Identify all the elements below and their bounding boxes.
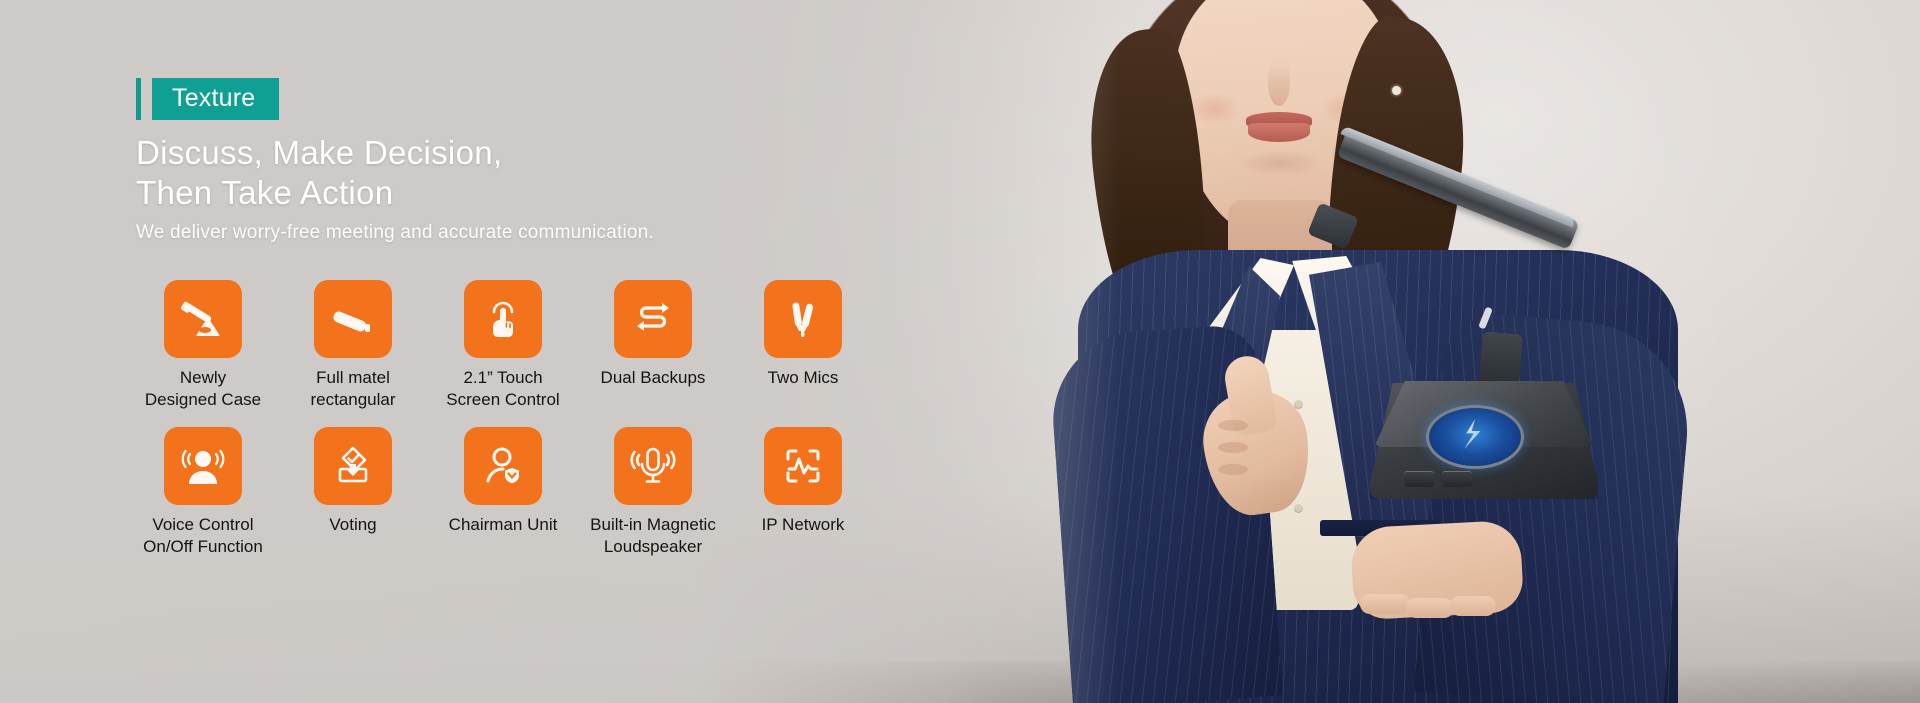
knuckle — [1218, 420, 1248, 431]
feature-label: IP Network — [761, 515, 845, 534]
badge-accent-bar — [136, 78, 141, 120]
feature-label: Newly Designed Case — [144, 368, 262, 409]
feature-label: 2.1” Touch Screen Control — [446, 368, 560, 409]
feature-label: Full matel rectangular — [310, 368, 396, 409]
lower-lip — [1248, 123, 1310, 142]
microphone-indicator-led — [1478, 306, 1493, 330]
feature-label: Voice Control On/Off Function — [143, 515, 263, 556]
page-title: Discuss, Make Decision, Then Take Action — [136, 133, 502, 213]
feature-item[interactable]: Full matel rectangular — [278, 280, 428, 411]
feature-grid: Newly Designed Case Full matel rectangul… — [128, 280, 928, 558]
feature-row-1: Newly Designed Case Full matel rectangul… — [128, 280, 928, 411]
feature-row-2: Voice Control On/Off Function Voting Cha… — [128, 427, 928, 558]
finger — [1450, 596, 1496, 616]
feature-item[interactable]: Dual Backups — [578, 280, 728, 389]
microphone-waves-icon — [614, 427, 692, 505]
content-panel: Texture Discuss, Make Decision, Then Tak… — [0, 0, 1060, 703]
nose — [1268, 60, 1290, 106]
feature-item[interactable]: 2.1” Touch Screen Control — [428, 280, 578, 411]
headline-line-2: Then Take Action — [136, 174, 394, 211]
knuckle — [1218, 464, 1248, 475]
knuckle — [1218, 442, 1248, 453]
ballot-box-icon — [314, 427, 392, 505]
shirt-button — [1294, 504, 1303, 513]
finger — [1360, 594, 1410, 614]
feature-item[interactable]: Voice Control On/Off Function — [128, 427, 278, 558]
headline-line-1: Discuss, Make Decision, — [136, 134, 503, 171]
texture-badge: Texture — [136, 78, 280, 120]
network-waveform-icon — [764, 427, 842, 505]
feature-item[interactable]: Newly Designed Case — [128, 280, 278, 411]
feature-item[interactable]: Voting — [278, 427, 428, 536]
feature-label: Dual Backups — [600, 368, 706, 387]
cheek-left — [1188, 92, 1242, 126]
subheadline: We deliver worry-free meeting and accura… — [136, 222, 654, 243]
conference-microphone-device — [1307, 125, 1630, 535]
feature-item[interactable]: IP Network — [728, 427, 878, 536]
chairman-person-icon — [464, 427, 542, 505]
two-microphones-icon — [764, 280, 842, 358]
chin-shadow — [1238, 150, 1322, 176]
dual-arrows-icon — [614, 280, 692, 358]
feature-label: Chairman Unit — [448, 515, 558, 534]
businesswoman-figure — [1000, 0, 1920, 703]
feature-item[interactable]: Chairman Unit — [428, 427, 578, 536]
feature-label: Two Mics — [767, 368, 839, 387]
finger — [1406, 598, 1454, 618]
feature-item[interactable]: Two Mics — [728, 280, 878, 389]
voice-control-person-icon — [164, 427, 242, 505]
rectangular-bar-icon — [314, 280, 392, 358]
badge-label: Texture — [152, 78, 280, 120]
device-button-left — [1404, 471, 1434, 487]
feature-item[interactable]: Built-in Magnetic Loudspeaker — [578, 427, 728, 558]
device-button-right — [1442, 471, 1472, 487]
touch-gesture-icon — [464, 280, 542, 358]
conference-microphone-icon — [164, 280, 242, 358]
product-feature-banner: Texture Discuss, Make Decision, Then Tak… — [0, 0, 1920, 703]
feature-label: Voting — [329, 515, 377, 534]
feature-label: Built-in Magnetic Loudspeaker — [590, 515, 716, 556]
earring — [1392, 86, 1401, 95]
